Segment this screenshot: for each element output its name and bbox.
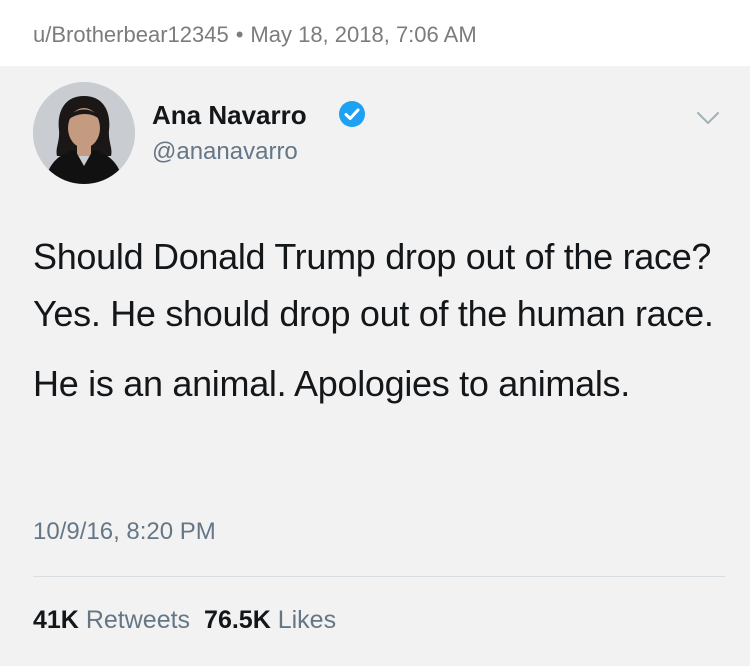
- meta-separator: •: [235, 22, 244, 47]
- avatar[interactable]: [33, 82, 135, 184]
- author-name[interactable]: Ana Navarro: [152, 100, 307, 131]
- likes-count: 76.5K: [204, 606, 271, 634]
- reddit-post-header: u/Brotherbear12345 • May 18, 2018, 7:06 AM: [0, 0, 750, 66]
- tweet-screenshot: Ana Navarro @ananavarro Should Donald Tr…: [0, 66, 750, 666]
- tweet-stats: 41K Retweets 76.5K Likes: [33, 606, 336, 635]
- reddit-post-meta: u/Brotherbear12345 • May 18, 2018, 7:06 AM: [33, 22, 477, 48]
- retweets-count: 41K: [33, 606, 79, 634]
- likes-stat[interactable]: 76.5K Likes: [204, 606, 336, 634]
- avatar-portrait: [33, 82, 135, 184]
- verified-badge-icon: [339, 101, 365, 127]
- retweets-label: Retweets: [85, 606, 191, 634]
- reddit-post-date: May 18, 2018, 7:06 AM: [250, 22, 477, 47]
- tweet-timestamp[interactable]: 10/9/16, 8:20 PM: [33, 518, 216, 546]
- tweet-paragraph: He is an animal. Apologies to animals.: [33, 363, 630, 404]
- tweet-body: Should Donald Trump drop out of the race…: [33, 228, 723, 412]
- reddit-username[interactable]: u/Brotherbear12345: [33, 22, 229, 47]
- tweet-paragraph: Should Donald Trump drop out of the race…: [33, 236, 714, 334]
- chevron-down-icon[interactable]: [695, 110, 721, 126]
- author-handle[interactable]: @ananavarro: [152, 138, 298, 166]
- likes-label: Likes: [277, 606, 337, 634]
- divider: [33, 576, 725, 577]
- retweets-stat[interactable]: 41K Retweets: [33, 606, 190, 634]
